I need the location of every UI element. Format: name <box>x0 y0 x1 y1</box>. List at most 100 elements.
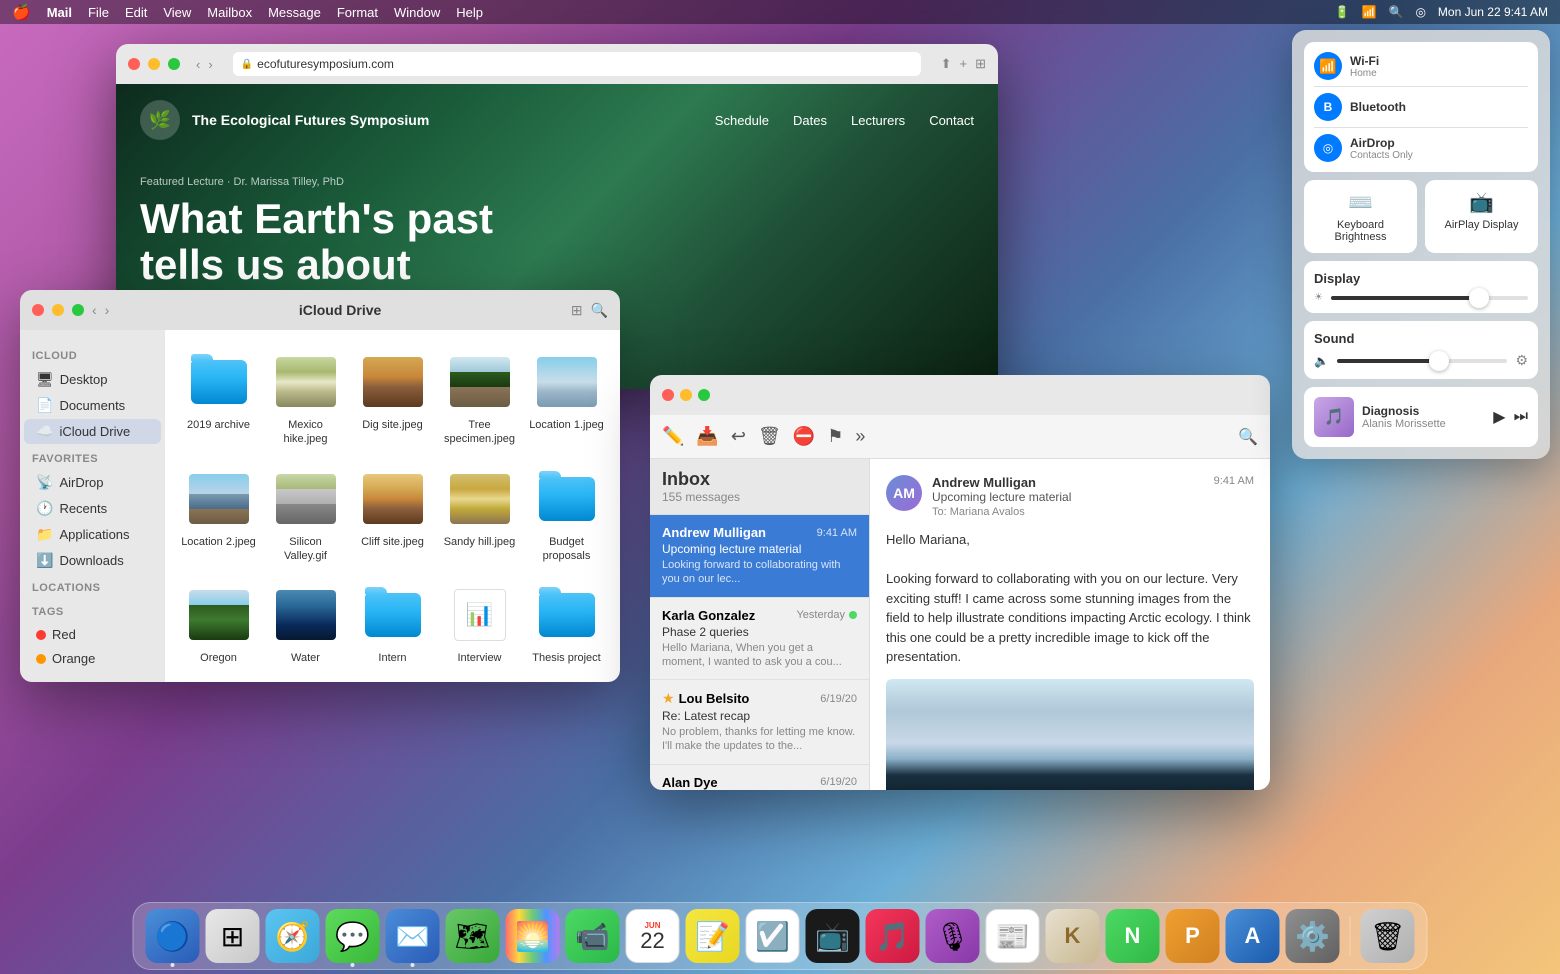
back-button[interactable]: ‹ <box>196 57 200 72</box>
mail-item-0[interactable]: Andrew Mulligan 9:41 AM Upcoming lecture… <box>650 515 869 598</box>
dock-icon-pages[interactable]: P <box>1166 909 1220 963</box>
finder-item-sandy[interactable]: Sandy hill.jpeg <box>438 459 521 572</box>
siri-icon[interactable]: ◎ <box>1415 5 1425 19</box>
sidebar-item-icloud[interactable]: ☁️ iCloud Drive <box>24 419 161 444</box>
dock-icon-news[interactable]: 📰 <box>986 909 1040 963</box>
display-slider-track[interactable] <box>1331 296 1528 300</box>
display-slider-thumb[interactable] <box>1469 288 1489 308</box>
apple-menu[interactable]: 🍎 <box>12 3 31 21</box>
sidebar-icon[interactable]: ⊞ <box>975 56 986 72</box>
finder-maximize-button[interactable] <box>72 304 84 316</box>
mail-item-3[interactable]: Alan Dye 6/19/20 Re: Field survey result… <box>650 765 869 790</box>
menubar-format[interactable]: Format <box>337 5 378 20</box>
finder-item-intern[interactable]: Intern <box>351 575 434 673</box>
sound-settings-icon[interactable]: ⚙ <box>1515 352 1528 369</box>
sidebar-item-desktop[interactable]: 🖥 Desktop <box>24 367 161 392</box>
dock-icon-finder[interactable]: 🔵 <box>146 909 200 963</box>
sidebar-item-downloads[interactable]: ⬇️ Downloads <box>24 548 161 573</box>
menubar-message[interactable]: Message <box>268 5 321 20</box>
mail-close-button[interactable] <box>662 389 674 401</box>
sidebar-tag-orange[interactable]: Orange <box>24 647 161 670</box>
finder-minimize-button[interactable] <box>52 304 64 316</box>
dock-icon-appstore[interactable]: A <box>1226 909 1280 963</box>
finder-item-oregon[interactable]: Oregon <box>177 575 260 673</box>
new-tab-icon[interactable]: + <box>960 56 968 72</box>
sound-slider-track[interactable] <box>1337 359 1507 363</box>
nav-lecturers[interactable]: Lecturers <box>851 113 905 128</box>
dock-icon-reminders[interactable]: ☑️ <box>746 909 800 963</box>
menubar-view[interactable]: View <box>163 5 191 20</box>
dock-icon-sysprefs[interactable]: ⚙️ <box>1286 909 1340 963</box>
menubar-window[interactable]: Window <box>394 5 440 20</box>
cc-skip-icon[interactable]: ⏭ <box>1514 408 1528 426</box>
dock-icon-notes[interactable]: 📝 <box>686 909 740 963</box>
dock-icon-calendar[interactable]: JUN 22 <box>626 909 680 963</box>
dock-icon-podcasts[interactable]: 🎙 <box>926 909 980 963</box>
sound-slider-thumb[interactable] <box>1429 351 1449 371</box>
finder-item-2019archive[interactable]: 2019 archive <box>177 342 260 455</box>
minimize-button[interactable] <box>148 58 160 70</box>
dock-icon-launchpad[interactable]: ⊞ <box>206 909 260 963</box>
cc-airplay-card[interactable]: 📺 AirPlay Display <box>1425 180 1538 253</box>
mail-maximize-button[interactable] <box>698 389 710 401</box>
finder-search[interactable]: 🔍 <box>591 302 608 319</box>
dock-icon-numbers[interactable]: N <box>1106 909 1160 963</box>
finder-forward-button[interactable]: › <box>105 302 110 318</box>
cc-play-icon[interactable]: ▶ <box>1493 407 1505 427</box>
menubar-file[interactable]: File <box>88 5 109 20</box>
cc-keyboard-card[interactable]: ⌨️ Keyboard Brightness <box>1304 180 1417 253</box>
mail-archive-icon[interactable]: 📥 <box>696 426 718 447</box>
dock-icon-appletv[interactable]: 📺 <box>806 909 860 963</box>
finder-item-digsite[interactable]: Dig site.jpeg <box>351 342 434 455</box>
dock-icon-music[interactable]: 🎵 <box>866 909 920 963</box>
mail-search-icon[interactable]: 🔍 <box>1238 427 1258 447</box>
finder-close-button[interactable] <box>32 304 44 316</box>
finder-back-button[interactable]: ‹ <box>92 302 97 318</box>
finder-item-budget[interactable]: Budget proposals <box>525 459 608 572</box>
mail-junk-icon[interactable]: ⛔ <box>793 426 815 447</box>
nav-dates[interactable]: Dates <box>793 113 827 128</box>
finder-item-location2[interactable]: Location 2.jpeg <box>177 459 260 572</box>
dock-icon-photos[interactable]: 🌅 <box>506 909 560 963</box>
forward-button[interactable]: › <box>208 57 212 72</box>
browser-url-bar[interactable]: 🔒 ecofuturesymposium.com <box>233 52 921 76</box>
close-button[interactable] <box>128 58 140 70</box>
sidebar-item-recents[interactable]: 🕐 Recents <box>24 496 161 521</box>
menubar-app[interactable]: Mail <box>47 5 72 20</box>
finder-view-toggle[interactable]: ⊞ <box>571 302 583 319</box>
finder-item-interview[interactable]: 📊 Interview <box>438 575 521 673</box>
mail-minimize-button[interactable] <box>680 389 692 401</box>
mail-item-1[interactable]: Karla Gonzalez Yesterday Phase 2 queries… <box>650 598 869 681</box>
mail-item-2[interactable]: ★ Lou Belsito 6/19/20 Re: Latest recap N… <box>650 680 869 765</box>
nav-contact[interactable]: Contact <box>929 113 974 128</box>
finder-item-tree[interactable]: Tree specimen.jpeg <box>438 342 521 455</box>
maximize-button[interactable] <box>168 58 180 70</box>
menubar-help[interactable]: Help <box>456 5 483 20</box>
menubar-edit[interactable]: Edit <box>125 5 147 20</box>
dock-icon-facetime[interactable]: 📹 <box>566 909 620 963</box>
dock-icon-trash[interactable]: 🗑 <box>1361 909 1415 963</box>
finder-item-water[interactable]: Water <box>264 575 347 673</box>
finder-item-silicon[interactable]: Silicon Valley.gif <box>264 459 347 572</box>
menubar-mailbox[interactable]: Mailbox <box>207 5 252 20</box>
mail-flag-icon[interactable]: ⚑ <box>827 426 843 447</box>
dock-icon-maps[interactable]: 🗺 <box>446 909 500 963</box>
dock-icon-messages[interactable]: 💬 <box>326 909 380 963</box>
sidebar-item-applications[interactable]: 📁 Applications <box>24 522 161 547</box>
finder-item-mexicohike[interactable]: Mexico hike.jpeg <box>264 342 347 455</box>
finder-item-thesis[interactable]: Thesis project <box>525 575 608 673</box>
sidebar-item-documents[interactable]: 📄 Documents <box>24 393 161 418</box>
finder-item-location1[interactable]: Location 1.jpeg <box>525 342 608 455</box>
mail-delete-icon[interactable]: 🗑 <box>758 426 781 447</box>
dock-icon-keynote[interactable]: K <box>1046 909 1100 963</box>
dock-icon-safari[interactable]: 🧭 <box>266 909 320 963</box>
finder-item-cliff[interactable]: Cliff site.jpeg <box>351 459 434 572</box>
nav-schedule[interactable]: Schedule <box>715 113 769 128</box>
sidebar-item-airdrop[interactable]: 📡 AirDrop <box>24 470 161 495</box>
sidebar-tag-red[interactable]: Red <box>24 623 161 646</box>
dock-icon-mail[interactable]: ✉️ <box>386 909 440 963</box>
mail-reply-icon[interactable]: ↩ <box>731 426 746 447</box>
mail-more-icon[interactable]: » <box>855 426 865 447</box>
share-icon[interactable]: ⬆ <box>941 56 952 72</box>
search-icon[interactable]: 🔍 <box>1388 5 1403 19</box>
